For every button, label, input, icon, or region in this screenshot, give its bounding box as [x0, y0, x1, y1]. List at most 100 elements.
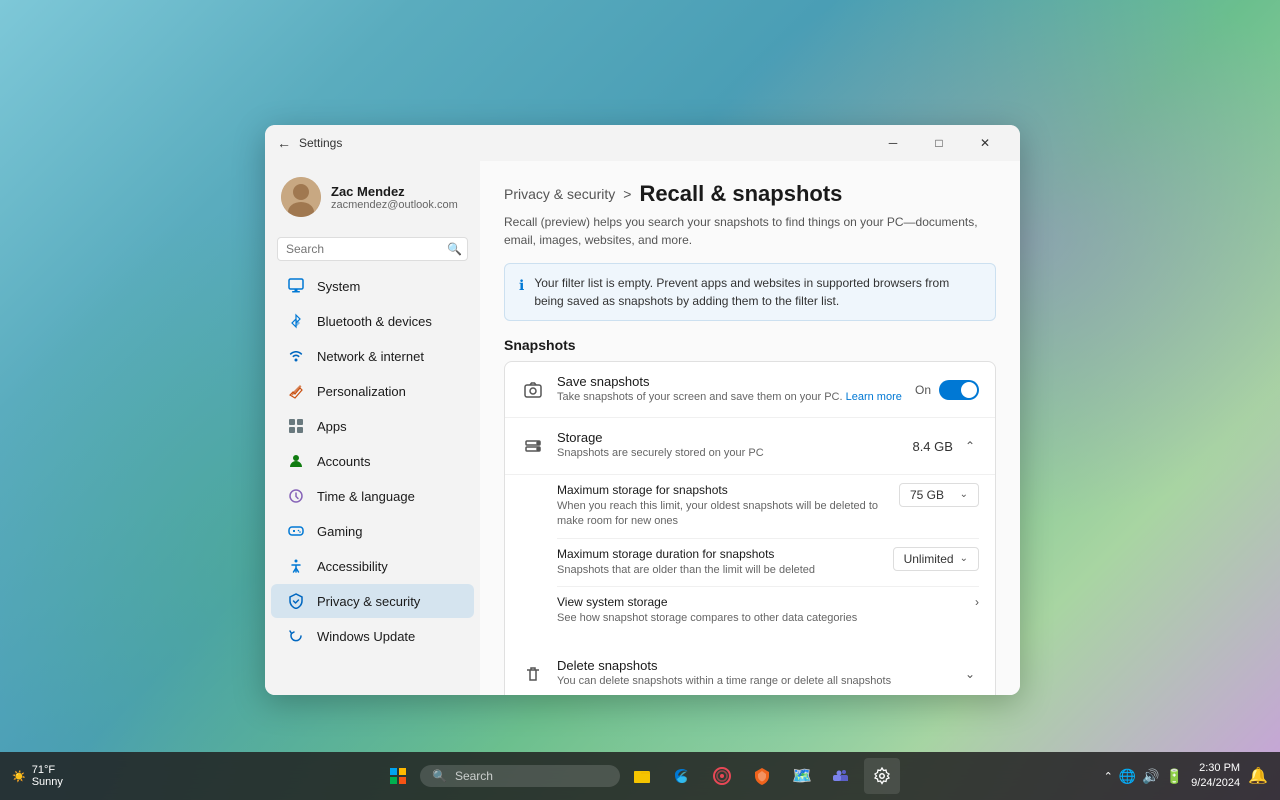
- sidebar-item-accounts[interactable]: Accounts: [271, 444, 474, 478]
- max-storage-value: 75 GB: [910, 488, 944, 502]
- settings-taskbar-button[interactable]: [864, 758, 900, 794]
- delete-snapshots-title: Delete snapshots: [557, 658, 949, 673]
- max-duration-content: Maximum storage duration for snapshots S…: [557, 547, 893, 578]
- network-tray-icon[interactable]: 🌐: [1119, 768, 1136, 785]
- max-storage-content: Maximum storage for snapshots When you r…: [557, 483, 899, 530]
- gaming-icon: [287, 522, 305, 540]
- sidebar-item-accessibility[interactable]: Accessibility: [271, 549, 474, 583]
- info-banner: ℹ Your filter list is empty. Prevent app…: [504, 263, 996, 321]
- sidebar-item-network[interactable]: Network & internet: [271, 339, 474, 373]
- delete-snapshots-control: ⌄: [961, 663, 979, 685]
- sidebar-item-gaming[interactable]: Gaming: [271, 514, 474, 548]
- sidebar-item-update[interactable]: Windows Update: [271, 619, 474, 653]
- system-icon: [287, 277, 305, 295]
- start-button[interactable]: [380, 758, 416, 794]
- storage-value: 8.4 GB: [912, 439, 952, 454]
- taskbar-left: ☀️ 71°F Sunny: [12, 764, 63, 788]
- apps-icon: [287, 417, 305, 435]
- avatar: [281, 177, 321, 217]
- max-duration-title: Maximum storage duration for snapshots: [557, 547, 893, 561]
- view-system-storage-desc: See how snapshot storage compares to oth…: [557, 611, 975, 626]
- personalization-icon: [287, 382, 305, 400]
- battery-tray-icon[interactable]: 🔋: [1166, 768, 1183, 785]
- trash-icon: [521, 662, 545, 686]
- chevron-tray-icon[interactable]: ⌃: [1104, 770, 1113, 783]
- save-snapshots-subtitle: Take snapshots of your screen and save t…: [557, 390, 903, 405]
- accessibility-icon: [287, 557, 305, 575]
- taskbar-search-icon: 🔍: [432, 769, 447, 783]
- snapshots-section-title: Snapshots: [504, 337, 996, 353]
- network-icon: [287, 347, 305, 365]
- edge-browser-button[interactable]: [664, 758, 700, 794]
- volume-tray-icon[interactable]: 🔊: [1142, 768, 1159, 785]
- sidebar-item-personalization[interactable]: Personalization: [271, 374, 474, 408]
- back-icon[interactable]: ←: [277, 135, 291, 151]
- search-icon: 🔍: [447, 242, 462, 256]
- sidebar-label-bluetooth: Bluetooth & devices: [317, 314, 432, 329]
- storage-content: Storage Snapshots are securely stored on…: [557, 430, 900, 461]
- learn-more-link[interactable]: Learn more: [846, 391, 902, 403]
- maximize-button[interactable]: □: [916, 125, 962, 161]
- storage-expand-button[interactable]: ⌃: [961, 435, 979, 457]
- clock-time: 2:30 PM: [1191, 761, 1240, 776]
- storage-row: Storage Snapshots are securely stored on…: [505, 418, 995, 474]
- search-box[interactable]: 🔍: [277, 237, 468, 261]
- save-snapshots-toggle[interactable]: [939, 380, 979, 400]
- storage-expanded: Maximum storage for snapshots When you r…: [505, 475, 995, 647]
- close-button[interactable]: ✕: [962, 125, 1008, 161]
- sidebar-item-privacy[interactable]: Privacy & security: [271, 584, 474, 618]
- breadcrumb-parent[interactable]: Privacy & security: [504, 186, 615, 202]
- sidebar-label-system: System: [317, 279, 360, 294]
- delete-snapshots-subtitle: You can delete snapshots within a time r…: [557, 674, 949, 689]
- taskbar-right: ⌃ 🌐 🔊 🔋 2:30 PM 9/24/2024 🔔: [1104, 761, 1268, 792]
- maps-button[interactable]: 🗺️: [784, 758, 820, 794]
- sidebar-item-bluetooth[interactable]: Bluetooth & devices: [271, 304, 474, 338]
- max-duration-row: Maximum storage duration for snapshots S…: [557, 539, 979, 587]
- view-system-storage-row[interactable]: View system storage See how snapshot sto…: [557, 587, 979, 634]
- sidebar-label-privacy: Privacy & security: [317, 594, 420, 609]
- search-input[interactable]: [286, 242, 441, 256]
- system-tray-icons: ⌃ 🌐 🔊 🔋: [1104, 768, 1184, 785]
- chevron-down-icon-2: ⌄: [960, 553, 968, 564]
- storage-control: 8.4 GB ⌃: [912, 435, 979, 457]
- minimize-button[interactable]: ─: [870, 125, 916, 161]
- weather-info: ☀️ 71°F Sunny: [12, 764, 63, 788]
- breadcrumb: Privacy & security > Recall & snapshots: [504, 181, 996, 207]
- notification-icon[interactable]: 🔔: [1248, 766, 1268, 786]
- view-system-storage-title: View system storage: [557, 595, 975, 609]
- main-content: Privacy & security > Recall & snapshots …: [480, 161, 1020, 695]
- window-body: Zac Mendez zacmendez@outlook.com 🔍 Syste…: [265, 161, 1020, 695]
- bluetooth-icon: [287, 312, 305, 330]
- cortana-button[interactable]: [704, 758, 740, 794]
- sidebar: Zac Mendez zacmendez@outlook.com 🔍 Syste…: [265, 161, 480, 695]
- brave-browser-button[interactable]: [744, 758, 780, 794]
- taskbar: ☀️ 71°F Sunny 🔍 Search: [0, 752, 1280, 800]
- sidebar-item-system[interactable]: System: [271, 269, 474, 303]
- view-system-storage-content: View system storage See how snapshot sto…: [557, 595, 975, 626]
- user-name: Zac Mendez: [331, 184, 464, 199]
- user-profile: Zac Mendez zacmendez@outlook.com: [265, 169, 480, 233]
- sidebar-item-apps[interactable]: Apps: [271, 409, 474, 443]
- info-icon: ℹ: [519, 275, 524, 296]
- title-bar-left: ← Settings: [277, 135, 342, 151]
- sidebar-item-time[interactable]: Time & language: [271, 479, 474, 513]
- weather-temp: 71°F: [32, 764, 63, 776]
- page-description: Recall (preview) helps you search your s…: [504, 213, 996, 249]
- breadcrumb-separator: >: [623, 186, 631, 202]
- storage-subtitle: Snapshots are securely stored on your PC: [557, 446, 900, 461]
- sidebar-label-network: Network & internet: [317, 349, 424, 364]
- max-duration-value: Unlimited: [904, 552, 954, 566]
- chevron-down-icon: ⌄: [960, 489, 968, 500]
- file-explorer-button[interactable]: [624, 758, 660, 794]
- taskbar-search[interactable]: 🔍 Search: [420, 765, 620, 787]
- title-bar: ← Settings ─ □ ✕: [265, 125, 1020, 161]
- delete-snapshots-expand-button[interactable]: ⌄: [961, 663, 979, 685]
- max-storage-dropdown[interactable]: 75 GB ⌄: [899, 483, 979, 507]
- info-banner-text: Your filter list is empty. Prevent apps …: [534, 274, 981, 310]
- max-duration-dropdown[interactable]: Unlimited ⌄: [893, 547, 979, 571]
- teams-button[interactable]: [824, 758, 860, 794]
- system-clock[interactable]: 2:30 PM 9/24/2024: [1191, 761, 1240, 792]
- title-bar-controls: ─ □ ✕: [870, 125, 1008, 161]
- accounts-icon: [287, 452, 305, 470]
- max-storage-row: Maximum storage for snapshots When you r…: [557, 475, 979, 539]
